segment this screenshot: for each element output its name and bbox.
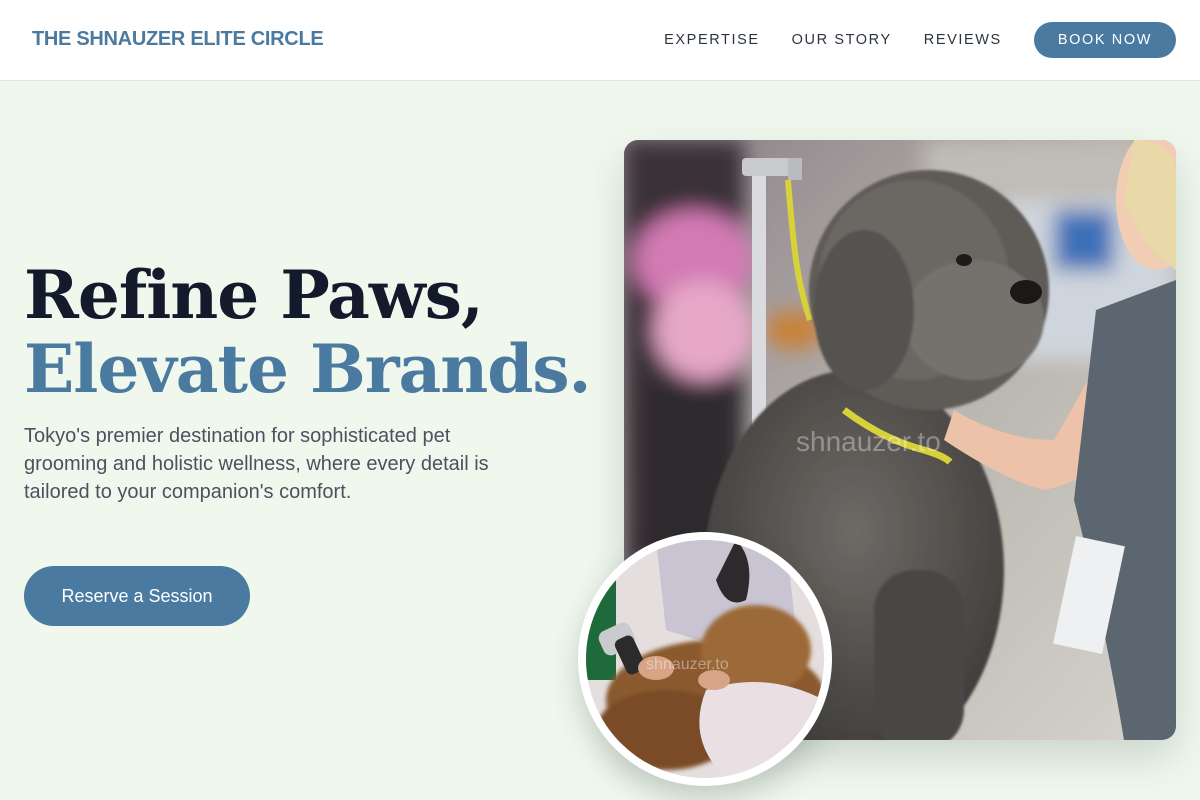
nav-link-our-story[interactable]: OUR STORY	[792, 32, 892, 48]
hero-title: Refine Paws, Elevate Brands.	[24, 256, 592, 408]
circle-photo-watermark: shnauzer.to	[646, 656, 729, 673]
hero-title-line-1: Refine Paws,	[24, 256, 484, 334]
brand-logo[interactable]: THE SHNAUZER ELITE CIRCLE	[32, 28, 324, 51]
circle-photo-blowdry: shnauzer.to	[586, 540, 824, 778]
reserve-session-button[interactable]: Reserve a Session	[24, 566, 250, 626]
hero-title-line-2: Elevate Brands.	[24, 330, 592, 408]
nav-link-expertise[interactable]: EXPERTISE	[664, 32, 760, 48]
book-now-button[interactable]: BOOK NOW	[1033, 22, 1176, 58]
circle-photo-frame: shnauzer.to	[578, 532, 832, 786]
site-header: THE SHNAUZER ELITE CIRCLE EXPERTISE OUR …	[0, 0, 1200, 81]
hero-description: Tokyo's premier destination for sophisti…	[24, 425, 489, 503]
nav-link-reviews[interactable]: REVIEWS	[924, 32, 1002, 48]
main-nav: EXPERTISE OUR STORY REVIEWS BOOK NOW	[664, 22, 1176, 58]
photo-watermark: shnauzer.to	[796, 426, 941, 457]
